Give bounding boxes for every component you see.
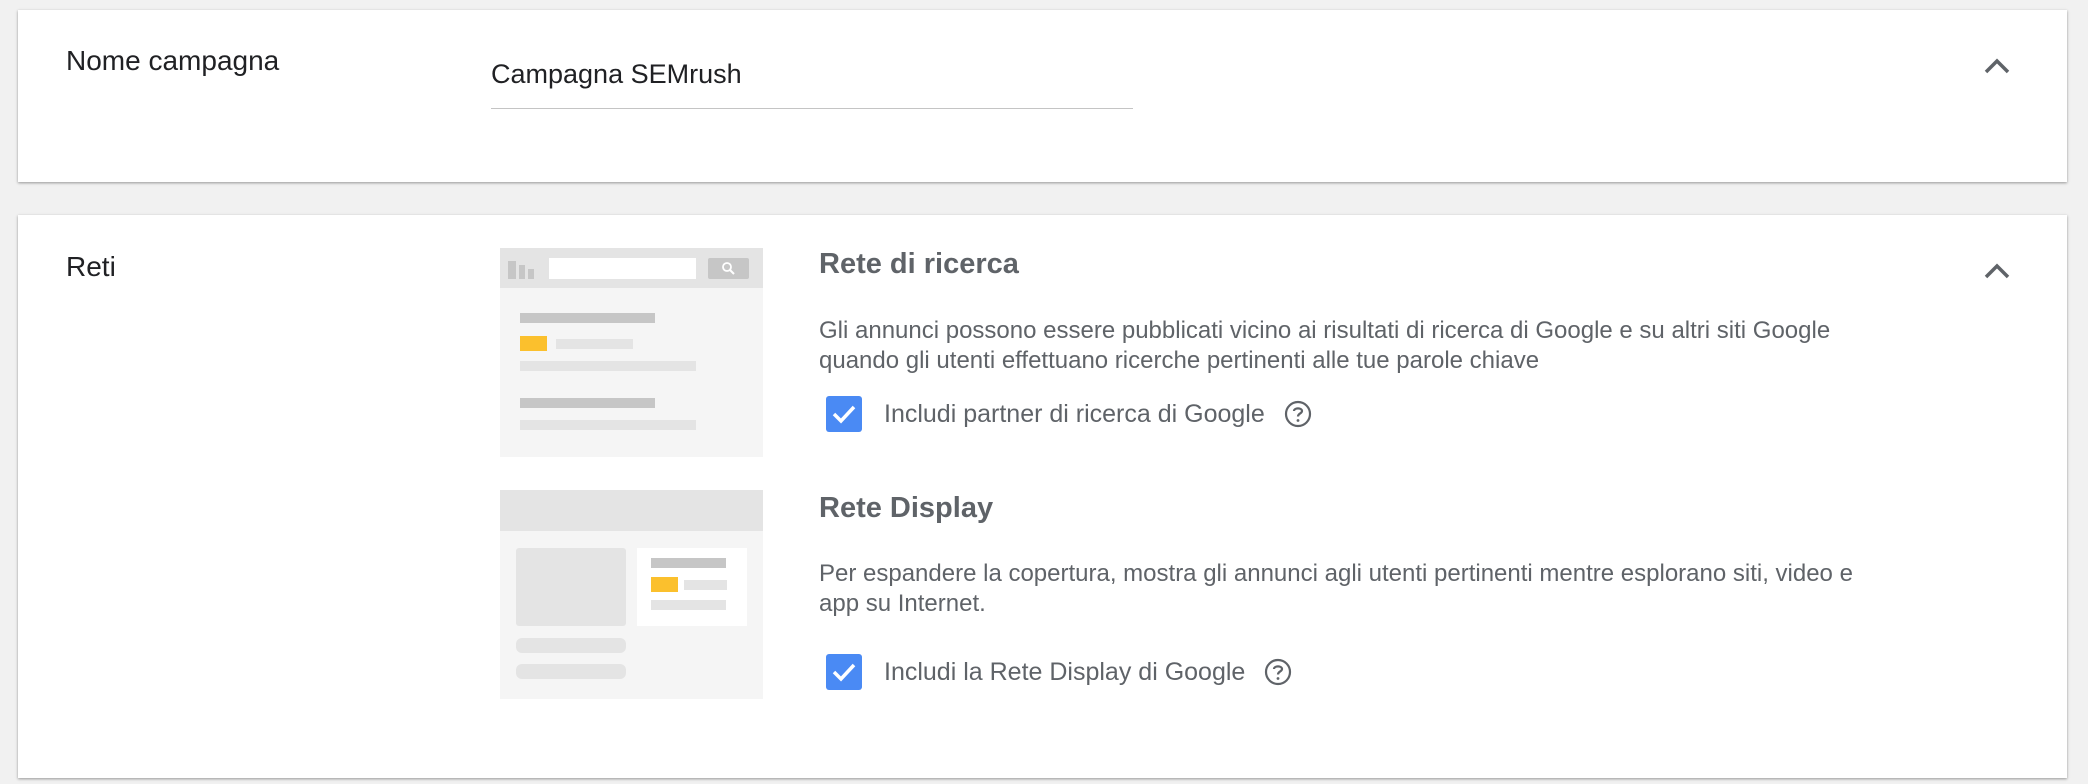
check-icon	[832, 663, 856, 682]
networks-label: Reti	[66, 251, 116, 282]
chevron-up-icon	[1984, 263, 2010, 279]
check-icon	[832, 405, 856, 424]
help-circle-icon	[1265, 658, 1292, 686]
display-network-label: Includi la Rete Display di Google	[884, 657, 1246, 686]
search-network-title: Rete di ricerca	[819, 248, 1019, 280]
campaign-name-input[interactable]	[491, 59, 1133, 90]
networks-card: Reti Rete di ricerca Gli annunci possono…	[18, 215, 2067, 778]
search-partners-option[interactable]: Includi partner di ricerca di Google	[826, 396, 1313, 432]
display-network-image	[500, 490, 763, 699]
display-network-checkbox[interactable]	[826, 654, 862, 690]
display-network-option[interactable]: Includi la Rete Display di Google	[826, 654, 1293, 690]
display-network-description: Per espandere la copertura, mostra gli a…	[819, 560, 1853, 617]
display-network-illustration	[500, 490, 763, 699]
search-partners-checkbox[interactable]	[826, 396, 862, 432]
collapse-networks-button[interactable]	[1977, 251, 2017, 291]
chevron-up-icon	[1984, 58, 2010, 74]
search-partners-label: Includi partner di ricerca di Google	[884, 399, 1265, 428]
search-network-illustration	[500, 248, 763, 457]
search-partners-help[interactable]	[1283, 399, 1313, 429]
display-network-title: Rete Display	[819, 492, 994, 524]
collapse-campaign-name-button[interactable]	[1977, 46, 2017, 86]
search-network-image	[500, 248, 763, 457]
search-network-description: Gli annunci possono essere pubblicati vi…	[819, 317, 1831, 374]
campaign-name-label: Nome campagna	[66, 45, 280, 76]
display-network-help[interactable]	[1263, 657, 1293, 687]
campaign-name-field[interactable]	[491, 48, 1133, 109]
help-circle-icon	[1284, 400, 1311, 428]
campaign-name-card: Nome campagna	[18, 10, 2067, 182]
